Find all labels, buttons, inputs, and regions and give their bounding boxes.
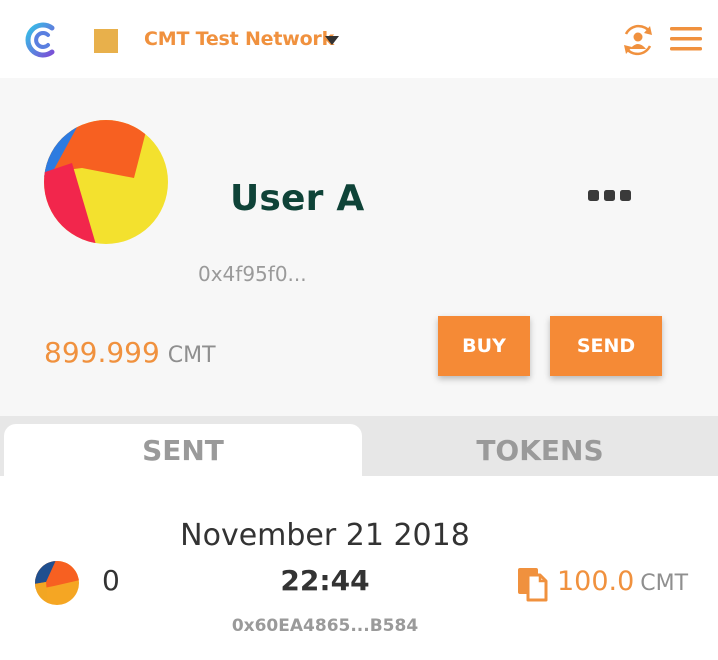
transaction-time: 22:44 — [280, 564, 370, 597]
top-bar: CMT Test Network — [0, 0, 718, 78]
cybermiles-logo-icon[interactable] — [22, 20, 66, 60]
account-balance: 899.999 CMT — [44, 336, 216, 369]
transaction-hash[interactable]: 0x60EA4865...B584 — [0, 616, 650, 636]
account-address[interactable]: 0x4f95f0... — [198, 262, 307, 286]
buy-button[interactable]: BUY — [438, 316, 530, 376]
document-icon — [518, 568, 548, 602]
account-panel: User A 0x4f95f0... 899.999 CMT BUY SEND — [0, 78, 718, 416]
transaction-row[interactable]: 0 November 21 2018 22:44 0x60EA4865...B5… — [0, 476, 718, 660]
account-name[interactable]: User A — [230, 178, 364, 219]
transaction-date: November 21 2018 — [180, 518, 470, 553]
more-options-icon[interactable] — [586, 190, 634, 202]
transaction-amount: 100.0 CMT — [557, 566, 688, 597]
hamburger-menu-icon[interactable] — [668, 24, 704, 54]
balance-unit: CMT — [167, 343, 216, 368]
network-square-icon — [94, 29, 118, 53]
tab-sent[interactable]: SENT — [4, 424, 362, 476]
network-selector[interactable]: CMT Test Network — [144, 28, 334, 50]
transaction-amount-unit: CMT — [640, 571, 689, 596]
transaction-amount-value: 100.0 — [557, 566, 635, 597]
tab-tokens[interactable]: TOKENS — [362, 424, 718, 476]
activity-tabs: SENT TOKENS — [0, 416, 718, 476]
caret-down-icon[interactable] — [325, 36, 339, 45]
account-sync-icon[interactable] — [618, 22, 658, 58]
balance-amount: 899.999 — [44, 336, 160, 369]
account-avatar[interactable] — [42, 118, 170, 246]
send-button[interactable]: SEND — [550, 316, 662, 376]
